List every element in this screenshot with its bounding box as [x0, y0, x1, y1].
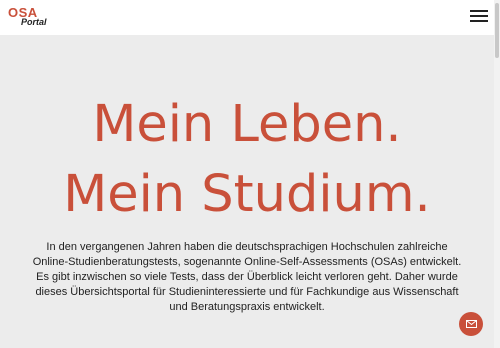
site-header: OSA Portal — [0, 0, 494, 35]
hero-intro-text: In den vergangenen Jahren haben die deut… — [32, 241, 462, 313]
hero-headline-line2: Mein Studium. — [63, 165, 431, 224]
hamburger-menu-icon[interactable] — [470, 10, 488, 24]
mail-icon — [465, 320, 477, 328]
logo-portal-text: Portal — [21, 17, 47, 27]
hero-headline-line1: Mein Leben. — [92, 95, 402, 154]
scrollbar-thumb[interactable] — [495, 3, 499, 58]
logo[interactable]: OSA Portal — [8, 6, 48, 28]
contact-button[interactable] — [459, 312, 483, 336]
scrollbar[interactable] — [494, 0, 500, 348]
